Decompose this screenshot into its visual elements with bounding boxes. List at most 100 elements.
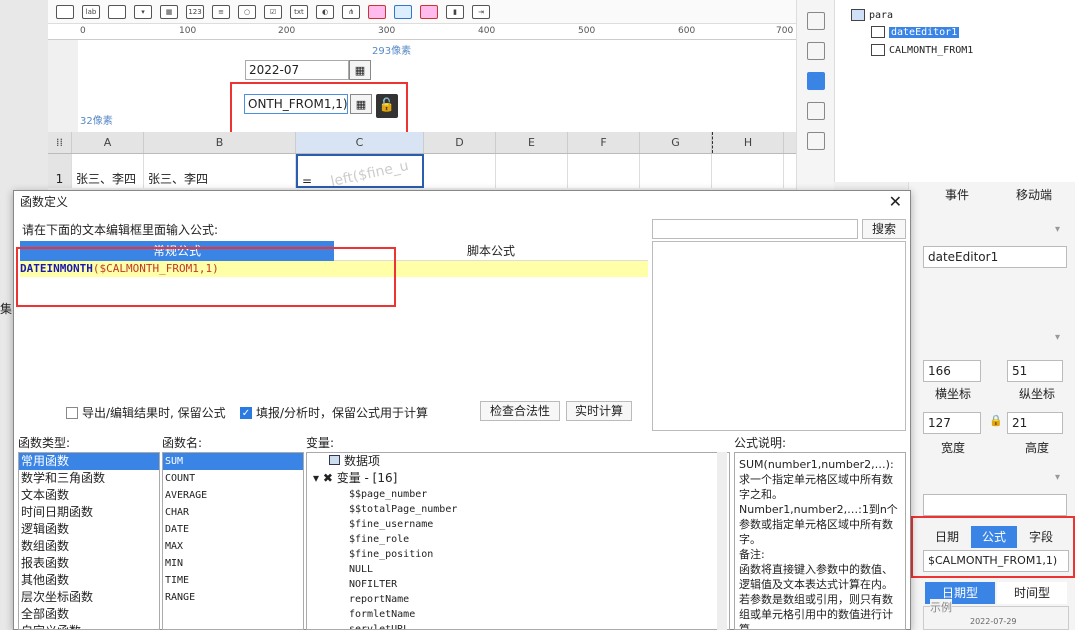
- column-header[interactable]: H: [712, 132, 784, 153]
- empty-field[interactable]: [923, 494, 1067, 516]
- function-type-item[interactable]: 自定义函数: [19, 623, 159, 629]
- function-name-item[interactable]: COUNT: [163, 470, 303, 487]
- row-header[interactable]: 1: [48, 154, 72, 188]
- checkbox-checked[interactable]: ✓: [240, 406, 252, 419]
- column-header[interactable]: D: [424, 132, 496, 153]
- variable-item[interactable]: $fine_role: [347, 532, 729, 547]
- function-name-item[interactable]: SUM: [163, 453, 303, 470]
- function-type-item[interactable]: 逻辑函数: [19, 521, 159, 538]
- variable-item[interactable]: $$page_number: [347, 487, 729, 502]
- column-header[interactable]: B: [144, 132, 296, 153]
- tree-item[interactable]: ▾ ✖ 变量 - [16]: [307, 470, 729, 487]
- scroll-icon[interactable]: ▮: [446, 4, 464, 19]
- widget-name-input[interactable]: dateEditor1: [923, 246, 1067, 268]
- frame-icon[interactable]: [807, 42, 825, 60]
- text-icon[interactable]: txt: [290, 4, 308, 19]
- seg-formula[interactable]: 公式: [971, 526, 1017, 548]
- variable-item[interactable]: formletName: [347, 607, 729, 622]
- number-icon[interactable]: 123: [186, 4, 204, 19]
- function-type-item[interactable]: 时间日期函数: [19, 504, 159, 521]
- grid-cell[interactable]: 张三、李四: [72, 154, 144, 188]
- calendar-blue-icon[interactable]: [394, 4, 412, 19]
- seg-field[interactable]: 字段: [1019, 526, 1063, 548]
- calendar-red-icon[interactable]: [368, 4, 386, 19]
- seg-date[interactable]: 日期: [925, 526, 969, 548]
- grid-cell[interactable]: 张三、李四: [144, 154, 296, 188]
- function-name-item[interactable]: TIME: [163, 572, 303, 589]
- function-name-item[interactable]: RANGE: [163, 589, 303, 606]
- grid-cell[interactable]: [712, 154, 784, 188]
- tree-root[interactable]: para: [851, 9, 893, 21]
- tab-events[interactable]: 事件: [927, 182, 987, 208]
- formula-value-input[interactable]: $CALMONTH_FROM1,1): [923, 550, 1069, 572]
- tree-item[interactable]: dateEditor1: [871, 26, 960, 38]
- collapse-icon[interactable]: ▾: [1055, 472, 1060, 483]
- column-header[interactable]: F: [568, 132, 640, 153]
- function-type-item[interactable]: 其他函数: [19, 572, 159, 589]
- variable-item[interactable]: $fine_position: [347, 547, 729, 562]
- variable-item[interactable]: servletURL: [347, 622, 729, 629]
- grid-cell[interactable]: [568, 154, 640, 188]
- close-icon[interactable]: ✕: [889, 193, 902, 211]
- type-time[interactable]: 时间型: [997, 582, 1067, 604]
- variable-item[interactable]: $fine_username: [347, 517, 729, 532]
- checkbox[interactable]: [66, 406, 78, 419]
- function-type-item[interactable]: 常用函数: [19, 453, 159, 470]
- grid-cell[interactable]: [424, 154, 496, 188]
- grid-cell[interactable]: [496, 154, 568, 188]
- tree-item[interactable]: 数据项: [307, 453, 729, 470]
- function-type-item[interactable]: 文本函数: [19, 487, 159, 504]
- parameter-canvas[interactable]: 293像素 2022-07 ▦ ONTH_FROM1,1) ▦ 🔓 32像素: [78, 40, 796, 136]
- realtime-calc-button[interactable]: 实时计算: [566, 401, 632, 421]
- width-input[interactable]: 127: [923, 412, 981, 434]
- collapse-icon[interactable]: ▾: [1055, 332, 1060, 343]
- checkbox-icon[interactable]: ☑: [264, 4, 282, 19]
- column-header[interactable]: A: [72, 132, 144, 153]
- x-coordinate-input[interactable]: 166: [923, 360, 981, 382]
- tree-icon[interactable]: ⋔: [342, 4, 360, 19]
- variable-item[interactable]: NULL: [347, 562, 729, 577]
- date-editor[interactable]: 2022-07: [245, 60, 349, 80]
- lock-icon[interactable]: 🔒: [989, 414, 1003, 427]
- dropdown-icon[interactable]: ▾: [134, 4, 152, 19]
- textarea-icon[interactable]: ≡: [212, 4, 230, 19]
- y-coordinate-input[interactable]: 51: [1007, 360, 1063, 382]
- function-type-item[interactable]: 全部函数: [19, 606, 159, 623]
- height-input[interactable]: 21: [1007, 412, 1063, 434]
- function-type-item[interactable]: 数学和三角函数: [19, 470, 159, 487]
- grid-cell[interactable]: [640, 154, 712, 188]
- formula-date-editor[interactable]: ONTH_FROM1,1): [244, 94, 348, 114]
- button-icon[interactable]: [108, 4, 126, 19]
- function-name-item[interactable]: MIN: [163, 555, 303, 572]
- widget-settings-icon[interactable]: [807, 12, 825, 30]
- variable-tree[interactable]: 数据项 ▾ ✖ 变量 - [16] $$page_number $$totalPa…: [306, 452, 730, 630]
- label-icon[interactable]: lab: [82, 4, 100, 19]
- link-icon[interactable]: [807, 132, 825, 150]
- function-type-list[interactable]: 常用函数 数学和三角函数 文本函数 时间日期函数 逻辑函数 数组函数 报表函数 其他函数 层次坐…: [18, 452, 160, 630]
- textbox-icon[interactable]: [56, 4, 74, 19]
- dropdown-widget-icon[interactable]: [807, 72, 825, 90]
- export-keep-option[interactable]: 导出/编辑结果时, 保留公式: [66, 404, 226, 421]
- radio-icon[interactable]: ○: [238, 4, 256, 19]
- corner-cell[interactable]: ⁞⁞: [48, 132, 72, 153]
- calendar-icon[interactable]: ▦: [349, 60, 371, 80]
- tree-item[interactable]: CALMONTH_FROM1: [871, 44, 973, 56]
- expand-icon[interactable]: ▾ ✖: [313, 471, 337, 485]
- date-icon[interactable]: ▦: [160, 4, 178, 19]
- function-name-list[interactable]: SUM COUNT AVERAGE CHAR DATE MAX MIN TIME RANGE: [162, 452, 304, 630]
- function-name-item[interactable]: CHAR: [163, 504, 303, 521]
- variable-item[interactable]: NOFILTER: [347, 577, 729, 592]
- variable-item[interactable]: reportName: [347, 592, 729, 607]
- collapse-icon[interactable]: ▾: [1055, 224, 1060, 235]
- function-type-item[interactable]: 报表函数: [19, 555, 159, 572]
- check-validity-button[interactable]: 检查合法性: [480, 401, 560, 421]
- search-input[interactable]: [652, 219, 858, 239]
- column-header[interactable]: G: [640, 132, 712, 153]
- toggle-icon[interactable]: ◐: [316, 4, 334, 19]
- function-name-item[interactable]: DATE: [163, 521, 303, 538]
- column-header[interactable]: C: [296, 132, 424, 153]
- function-type-item[interactable]: 数组函数: [19, 538, 159, 555]
- function-type-item[interactable]: 层次坐标函数: [19, 589, 159, 606]
- function-name-item[interactable]: AVERAGE: [163, 487, 303, 504]
- calendar-red2-icon[interactable]: [420, 4, 438, 19]
